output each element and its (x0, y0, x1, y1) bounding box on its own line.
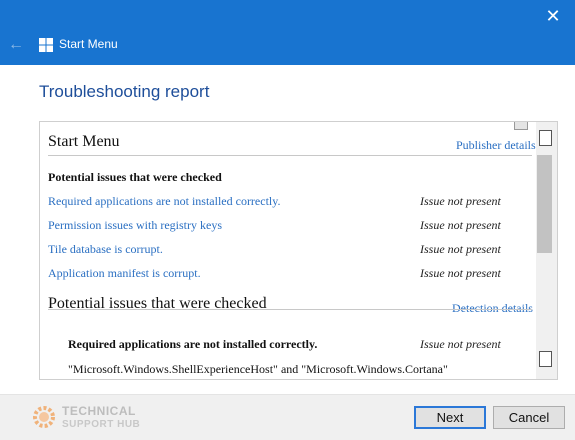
watermark-subtitle: SUPPORT HUB (62, 419, 141, 430)
back-arrow-icon: ← (8, 36, 24, 53)
publisher-details-link[interactable]: Publisher details (456, 138, 536, 153)
detail-status: Issue not present (420, 337, 501, 351)
print-icon[interactable] (514, 122, 528, 130)
cancel-button[interactable]: Cancel (493, 406, 565, 429)
report-panel[interactable]: Start Menu Publisher details Potential i… (39, 121, 558, 380)
issue-link[interactable]: Tile database is corrupt. (48, 242, 163, 257)
back-button[interactable]: ← (6, 36, 26, 54)
divider (48, 309, 532, 310)
watermark-title: TECHNICAL (62, 404, 136, 418)
issue-status: Issue not present (420, 242, 501, 256)
vertical-scrollbar[interactable] (536, 122, 557, 379)
window-title: Start Menu (59, 37, 118, 51)
scrollbar-thumb[interactable] (537, 155, 552, 253)
issue-status: Issue not present (420, 194, 501, 208)
close-button[interactable]: ✕ (531, 0, 575, 32)
report-content: Start Menu Publisher details Potential i… (40, 122, 536, 379)
footer-bar: TECHNICAL SUPPORT HUB Next Cancel (0, 394, 575, 440)
checked-issues-heading: Potential issues that were checked (48, 170, 222, 184)
close-icon: ✕ (545, 5, 561, 26)
troubleshooter-window: ✕ ← Start Menu Troubleshooting report St… (0, 0, 575, 440)
issue-status: Issue not present (420, 266, 501, 280)
scroll-up-box[interactable] (539, 130, 552, 146)
detail-text: "Microsoft.Windows.ShellExperienceHost" … (68, 362, 448, 376)
issue-link[interactable]: Required applications are not installed … (48, 194, 280, 209)
windows-logo-icon (39, 38, 53, 52)
divider (48, 155, 532, 156)
scroll-down-box[interactable] (539, 351, 552, 367)
gear-icon (33, 406, 55, 428)
next-button[interactable]: Next (414, 406, 486, 429)
detail-heading: Required applications are not installed … (68, 337, 318, 351)
title-bar: ✕ ← Start Menu (0, 0, 575, 65)
issue-link[interactable]: Permission issues with registry keys (48, 218, 222, 233)
section-title: Start Menu (48, 133, 120, 150)
issue-link[interactable]: Application manifest is corrupt. (48, 266, 201, 281)
section2-title: Potential issues that were checked (48, 295, 267, 312)
issue-status: Issue not present (420, 218, 501, 232)
page-title: Troubleshooting report (39, 82, 210, 101)
